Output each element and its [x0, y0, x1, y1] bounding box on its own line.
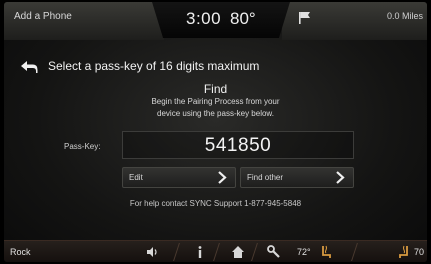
find-title: Find: [203, 82, 228, 96]
bar-divider: [351, 243, 358, 261]
edit-button-label: Edit: [129, 173, 143, 182]
find-instruction-line2: device using the pass-key below.: [157, 109, 274, 118]
speaker-icon[interactable]: [144, 244, 160, 260]
passkey-field: 541850: [122, 131, 354, 159]
outside-temperature: 80°: [230, 9, 256, 28]
wrench-icon[interactable]: [266, 244, 282, 260]
instruction-text: Select a pass-key of 16 digits maximum: [48, 59, 260, 73]
driver-temperature[interactable]: 72°: [297, 247, 311, 257]
passenger-temperature[interactable]: 70: [414, 247, 424, 257]
clock: 3:00: [186, 9, 222, 28]
chevron-right-icon: [218, 171, 227, 184]
bottom-bar: Rock 72° 70: [4, 240, 427, 262]
screen: Add a Phone 3:00 80° 0.0 Miles Select a …: [4, 2, 427, 262]
status-bar: Add a Phone 3:00 80° 0.0 Miles: [4, 2, 427, 40]
find-instruction-line1: Begin the Pairing Process from your: [151, 97, 280, 106]
passkey-value: 541850: [204, 135, 272, 156]
bar-divider: [213, 243, 220, 261]
audio-source[interactable]: Rock: [10, 247, 31, 257]
info-icon[interactable]: [192, 244, 208, 260]
find-other-button[interactable]: Find other: [240, 167, 354, 188]
bar-divider: [173, 243, 180, 261]
passkey-label: Pass-Key:: [64, 142, 101, 151]
bar-divider: [251, 243, 258, 261]
range-readout: 0.0 Miles: [386, 11, 423, 21]
find-other-button-label: Find other: [247, 173, 284, 182]
seat-heat-right-icon[interactable]: [396, 244, 412, 260]
back-arrow-icon[interactable]: [20, 60, 38, 74]
seat-heat-icon[interactable]: [318, 244, 334, 260]
home-icon[interactable]: [230, 244, 246, 260]
edit-button[interactable]: Edit: [122, 167, 236, 188]
help-text: For help contact SYNC Support 1-877-945-…: [129, 199, 302, 208]
chevron-right-icon: [336, 171, 345, 184]
flag-icon: [299, 12, 310, 24]
screen-title: Add a Phone: [14, 11, 72, 22]
